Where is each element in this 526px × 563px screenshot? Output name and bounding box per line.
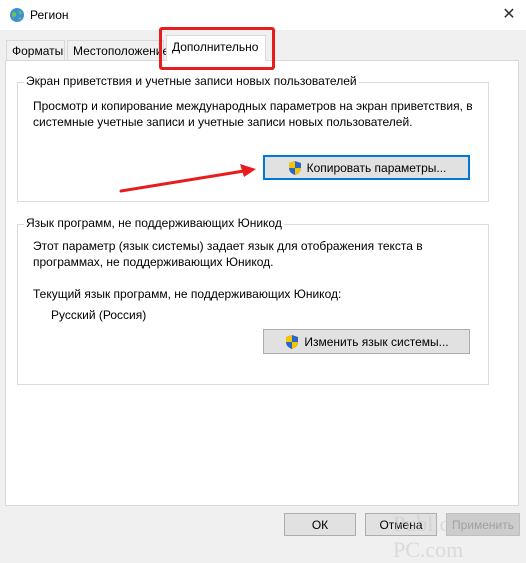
uac-shield-icon <box>288 160 301 175</box>
globe-icon <box>10 8 24 22</box>
unicode-group-description: Этот параметр (язык системы) задает язык… <box>33 239 423 269</box>
change-system-locale-button[interactable]: Изменить язык системы... <box>263 329 470 354</box>
red-arrow-icon <box>119 164 256 193</box>
tab-location[interactable]: Местоположение <box>67 40 169 60</box>
red-highlight-frame <box>159 27 275 70</box>
window-title: Регион <box>30 8 69 22</box>
unicode-group-legend: Язык программ, не поддерживающих Юникод <box>24 216 284 230</box>
cancel-button[interactable]: Отмена <box>365 513 437 536</box>
tab-formats[interactable]: Форматы <box>6 40 65 60</box>
close-icon[interactable]: ✕ <box>497 4 521 26</box>
welcome-group-legend: Экран приветствия и учетные записи новых… <box>24 74 359 88</box>
title-bar <box>0 0 526 30</box>
current-language-value: Русский (Россия) <box>51 308 147 322</box>
change-system-locale-label: Изменить язык системы... <box>304 334 449 349</box>
copy-settings-label: Копировать параметры... <box>306 160 447 175</box>
apply-button[interactable]: Применить <box>446 513 520 536</box>
welcome-group-description: Просмотр и копирование международных пар… <box>33 99 473 129</box>
copy-settings-button[interactable]: Копировать параметры... <box>263 155 470 180</box>
ok-button[interactable]: ОК <box>284 513 356 536</box>
uac-shield-icon <box>286 334 299 349</box>
current-language-caption: Текущий язык программ, не поддерживающих… <box>33 287 342 301</box>
